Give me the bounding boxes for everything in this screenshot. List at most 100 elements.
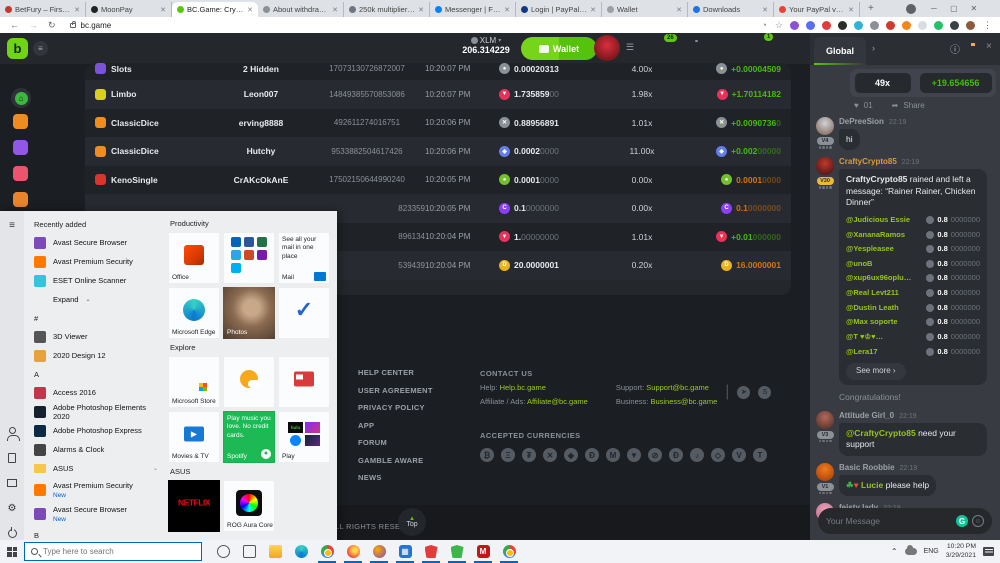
- table-row[interactable]: ClassicDiceerving888849261127401675110:2…: [85, 109, 791, 138]
- footer-link-0[interactable]: HELP CENTER: [358, 368, 433, 377]
- tile-todo[interactable]: ✓: [278, 287, 330, 339]
- footer-link-5[interactable]: GAMBLE AWARE: [358, 456, 433, 465]
- browser-tab-7[interactable]: Wallet✕: [602, 2, 688, 17]
- extension-icon-8[interactable]: [918, 21, 927, 30]
- contact-link[interactable]: Help.bc.game: [500, 383, 546, 392]
- settings-gear-icon[interactable]: ⚙: [6, 502, 18, 514]
- extension-icon-1[interactable]: [806, 21, 815, 30]
- extension-icon-5[interactable]: [870, 21, 879, 30]
- taskbar-icon-mcafee[interactable]: M: [470, 540, 496, 563]
- contact-link[interactable]: Affiliate@bc.game: [527, 397, 588, 406]
- tile-store[interactable]: Microsoft Store: [168, 356, 220, 408]
- language-indicator[interactable]: ENG: [924, 548, 939, 555]
- extension-icon-9[interactable]: [934, 21, 943, 30]
- chrome-menu-icon[interactable]: ⋮: [983, 20, 992, 31]
- extension-icon-11[interactable]: [966, 21, 975, 30]
- recipient-name[interactable]: @Dustin Leath: [846, 303, 899, 313]
- tile-spotify[interactable]: ●Play music you love. No credit cards.Sp…: [223, 411, 275, 463]
- wallet-button[interactable]: Wallet: [521, 37, 597, 60]
- start-button[interactable]: [0, 540, 24, 563]
- chat-close-icon[interactable]: ×: [986, 41, 992, 52]
- recipient-name[interactable]: @Judicious Essie: [846, 215, 910, 225]
- footer-link-3[interactable]: APP: [358, 421, 433, 430]
- app-item-access-2016[interactable]: Access 2016: [24, 383, 164, 402]
- taskbar-icon-chrome-profile[interactable]: [496, 540, 522, 563]
- message-username[interactable]: CraftyCrypto8522:19: [839, 157, 987, 166]
- app-item-adobe-photoshop-express[interactable]: Adobe Photoshop Express: [24, 421, 164, 440]
- window-maximize-icon[interactable]: ▢: [944, 1, 964, 16]
- reading-list-icon[interactable]: ◔: [761, 20, 766, 30]
- recipient-name[interactable]: @T ♥♔♥…: [846, 332, 883, 342]
- browser-tab-6[interactable]: Login | PayPal Prep✕: [516, 2, 602, 17]
- onedrive-cloud-icon[interactable]: [905, 548, 917, 555]
- refresh-icon[interactable]: ↻: [48, 20, 56, 31]
- tile-netflix[interactable]: NETFLIX: [168, 480, 220, 532]
- url-text[interactable]: bc.game: [81, 21, 112, 30]
- power-icon[interactable]: [6, 527, 18, 539]
- message-username[interactable]: DePreeSion22:19: [839, 117, 906, 126]
- tile-weather[interactable]: [223, 356, 275, 408]
- taskbar-icon-firefox[interactable]: [340, 540, 366, 563]
- taskbar-icon-brave[interactable]: [418, 540, 444, 563]
- expand-button[interactable]: Expand ⌄: [24, 290, 164, 309]
- taskbar-search-input[interactable]: [43, 547, 173, 556]
- avatar[interactable]: [816, 463, 834, 481]
- taskbar-clock[interactable]: 10:20 PM 3/29/2021: [946, 543, 976, 561]
- chat-tab-global[interactable]: Global: [814, 37, 866, 65]
- skype-icon[interactable]: S: [758, 386, 771, 399]
- bet-player-cell[interactable]: CrAKcOkAnE: [213, 175, 309, 185]
- chat-room-chevron-icon[interactable]: ›: [872, 43, 875, 53]
- forward-icon[interactable]: →: [29, 20, 38, 30]
- taskbar-icon-avg[interactable]: [444, 540, 470, 563]
- taskbar-search[interactable]: [24, 542, 202, 561]
- bet-player-cell[interactable]: Hutchy: [213, 146, 309, 156]
- message-username[interactable]: Attitude Girl_022:19: [839, 411, 987, 420]
- back-icon[interactable]: ←: [10, 20, 19, 30]
- new-tab-button[interactable]: +: [860, 3, 882, 14]
- tile-photos[interactable]: Photos: [223, 287, 275, 339]
- browser-tab-1[interactable]: MoonPay✕: [86, 2, 172, 17]
- footer-link-4[interactable]: FORUM: [358, 438, 433, 447]
- tile-edge[interactable]: Microsoft Edge: [168, 287, 220, 339]
- tab-close-icon[interactable]: ✕: [590, 6, 596, 14]
- taskbar-icon-file-explorer[interactable]: [262, 540, 288, 563]
- window-close-icon[interactable]: ✕: [964, 1, 984, 16]
- bcgame-logo[interactable]: b: [7, 38, 28, 59]
- browser-tab-8[interactable]: Downloads✕: [688, 2, 774, 17]
- bet-player-cell[interactable]: Leon007: [213, 89, 309, 99]
- recipient-name[interactable]: @Yespleasee: [846, 244, 894, 254]
- taskbar-icon-chrome[interactable]: [314, 540, 340, 563]
- avatar[interactable]: [816, 157, 834, 175]
- tile-rog[interactable]: ROG Aura Core: [223, 480, 275, 532]
- tile-office[interactable]: Office: [168, 232, 220, 284]
- table-row[interactable]: Slots2 Hidden1707313072687200710:20:07 P…: [85, 63, 791, 80]
- tab-close-icon[interactable]: ✕: [74, 6, 80, 14]
- sidebar-item-sports[interactable]: [13, 140, 28, 155]
- tab-close-icon[interactable]: ✕: [247, 6, 253, 14]
- account-menu-icon[interactable]: ☰: [626, 42, 634, 53]
- app-item-avast-premium-security[interactable]: Avast Premium Security: [24, 252, 164, 271]
- user-avatar[interactable]: [594, 35, 620, 61]
- app-item-avast-secure-browser[interactable]: Avast Secure Browser: [24, 233, 164, 252]
- app-item-asus[interactable]: ASUS⌄: [24, 459, 164, 478]
- app-item-3d-viewer[interactable]: 3D Viewer: [24, 327, 164, 346]
- grammarly-icon[interactable]: G: [956, 515, 968, 527]
- user-account-icon[interactable]: [6, 426, 18, 438]
- action-center-icon[interactable]: [983, 547, 994, 556]
- taskbar-icon-calculator[interactable]: ▦: [392, 540, 418, 563]
- app-item-adobe-photoshop-elements-2020[interactable]: Adobe Photoshop Elements 2020: [24, 402, 164, 421]
- tab-close-icon[interactable]: ✕: [418, 6, 424, 14]
- footer-link-2[interactable]: PRIVACY POLICY: [358, 403, 433, 412]
- avatar[interactable]: [816, 117, 834, 135]
- chat-info-icon[interactable]: ⓘ: [950, 41, 960, 56]
- recipient-name[interactable]: @Real Levt211: [846, 288, 899, 298]
- tile-play[interactable]: huluPlay: [278, 411, 330, 463]
- menu-hamburger-icon[interactable]: ≡: [6, 219, 18, 231]
- app-item-avast-premium-security[interactable]: Avast Premium SecurityNew: [24, 478, 164, 502]
- sidebar-item-crash[interactable]: [13, 166, 28, 181]
- avatar[interactable]: [816, 411, 834, 429]
- share-icon[interactable]: ➦: [892, 101, 899, 110]
- tile-mail[interactable]: See all your mail in one placeMail: [278, 232, 330, 284]
- browser-tab-9[interactable]: Your PayPal verific✕: [774, 2, 860, 17]
- scroll-top-button[interactable]: ▲Top: [398, 508, 426, 536]
